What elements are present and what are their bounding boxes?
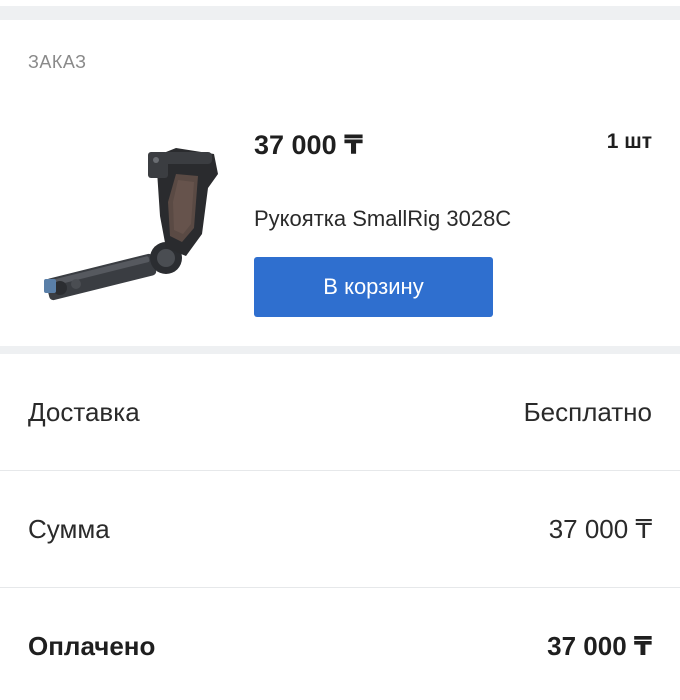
- paid-row: Оплачено 37 000 ₸: [0, 588, 680, 700]
- section-label: ЗАКАЗ: [28, 52, 87, 72]
- product-name[interactable]: Рукоятка SmallRig 3028C: [254, 206, 511, 232]
- paid-value: 37 000 ₸: [547, 631, 652, 661]
- order-details-page: ЗАКАЗ 37 000 ₸ 1 шт Рукоятка SmallRig 30…: [0, 0, 680, 700]
- delivery-row: Доставка Бесплатно: [0, 354, 680, 471]
- sum-row: Сумма 37 000 ₸: [0, 471, 680, 588]
- order-card: ЗАКАЗ 37 000 ₸ 1 шт Рукоятка SmallRig 30…: [0, 20, 680, 346]
- section-divider: [0, 346, 680, 354]
- delivery-value: Бесплатно: [523, 396, 652, 427]
- sum-label: Сумма: [28, 513, 110, 544]
- sum-value: 37 000 ₸: [548, 513, 652, 544]
- product-quantity: 1 шт: [606, 130, 652, 153]
- product-image[interactable]: [36, 116, 226, 326]
- product-price: 37 000 ₸: [254, 130, 363, 160]
- add-to-cart-button[interactable]: В корзину: [254, 257, 493, 317]
- order-summary: Доставка Бесплатно Сумма 37 000 ₸ Оплаче…: [0, 354, 680, 700]
- top-separator: [0, 0, 680, 20]
- delivery-label: Доставка: [28, 396, 140, 427]
- paid-label: Оплачено: [28, 631, 156, 661]
